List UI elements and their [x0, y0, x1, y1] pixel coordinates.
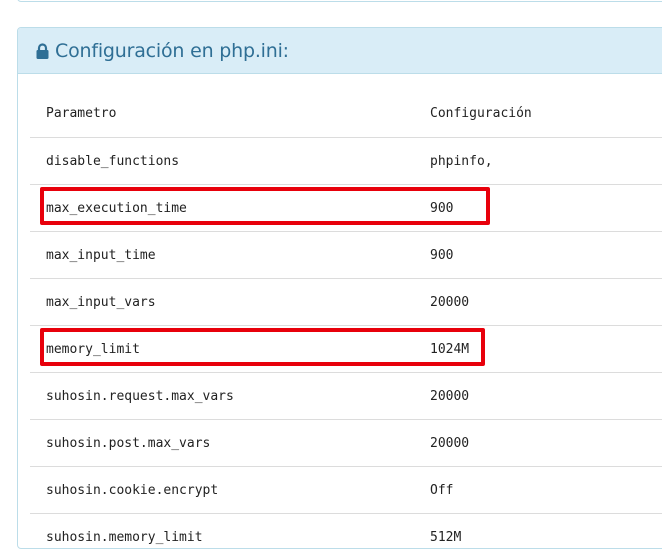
highlight-box [40, 187, 490, 225]
php-ini-panel: Configuración en php.ini: Parametro Conf… [17, 27, 662, 549]
row-param: suhosin.cookie.encrypt [46, 482, 219, 498]
lock-icon [35, 42, 50, 60]
row-param: max_input_vars [46, 294, 156, 310]
row-value: 900 [430, 247, 454, 263]
panel-title: Configuración en php.ini [55, 39, 283, 62]
table-row: suhosin.memory_limit 512M [30, 513, 662, 548]
highlight-box [40, 328, 485, 366]
table-row: suhosin.request.max_vars 20000 [30, 372, 662, 419]
row-value: 512M [430, 529, 462, 545]
row-param: suhosin.request.max_vars [46, 388, 234, 404]
table-header-row: Parametro Configuración [30, 90, 662, 137]
header-param: Parametro [46, 106, 117, 121]
row-param: disable_functions [46, 153, 180, 169]
row-value: 20000 [430, 294, 470, 310]
row-value: 20000 [430, 435, 470, 451]
table-row: suhosin.post.max_vars 20000 [30, 419, 662, 466]
table-body: disable_functions phpinfo, max_execution_t… [30, 137, 662, 548]
table-row: memory_limit 1024M [30, 325, 662, 372]
panel-heading: Configuración en php.ini: [18, 28, 662, 74]
previous-panel-edge [17, 0, 662, 2]
table-row: max_input_time 900 [30, 231, 662, 278]
row-param: suhosin.memory_limit [46, 529, 203, 545]
row-param: max_input_time [46, 247, 156, 263]
header-value: Configuración [430, 106, 532, 121]
table-row: suhosin.cookie.encrypt Off [30, 466, 662, 513]
row-value: 20000 [430, 388, 470, 404]
config-table: Parametro Configuración disable_function… [30, 90, 662, 548]
panel-title-colon: : [282, 39, 289, 62]
row-value: phpinfo, [430, 153, 493, 169]
table-row: disable_functions phpinfo, [30, 137, 662, 184]
table-row: max_execution_time 900 [30, 184, 662, 231]
row-param: suhosin.post.max_vars [46, 435, 211, 451]
table-row: max_input_vars 20000 [30, 278, 662, 325]
row-value: Off [430, 482, 454, 498]
